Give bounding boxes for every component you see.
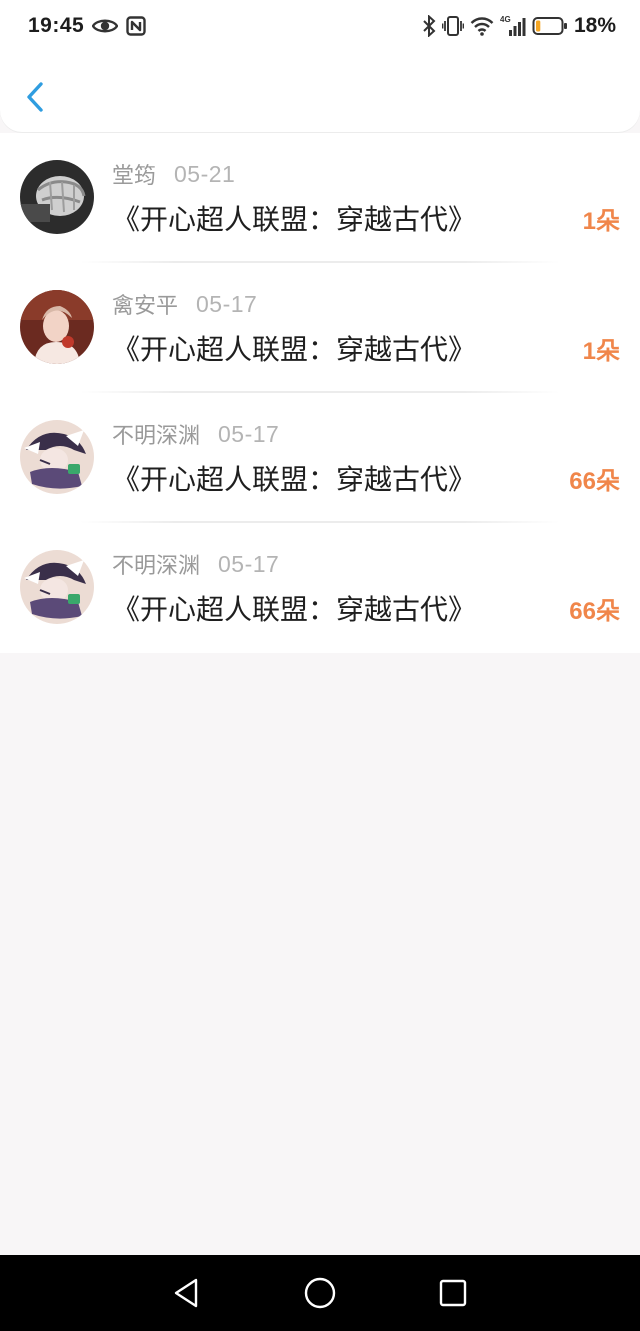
nav-home-button[interactable] [290,1263,350,1323]
network-type-label: 4G [500,15,511,24]
gift-date: 05-17 [218,420,280,447]
nav-recents-icon [440,1279,467,1307]
nav-back-icon [174,1278,197,1308]
anime-avatar[interactable] [20,550,94,624]
nav-back-button[interactable] [157,1263,217,1323]
work-title[interactable]: 《开心超人联盟：穿越古代》 [112,461,476,499]
gift-date: 05-21 [174,160,236,187]
list-item[interactable]: 不明深渊 05-17 《开心超人联盟：穿越古代》 66朵 [0,523,640,653]
bluetooth-icon [422,15,436,37]
user-name[interactable]: 禽安平 [112,288,178,320]
nfc-icon [126,16,146,36]
item-meta: 不明深渊 05-17 [112,548,280,580]
list-item[interactable]: 禽安平 05-17 《开心超人联盟：穿越古代》 1朵 [0,263,640,393]
top-app-bar [0,52,640,132]
user-name[interactable]: 不明深渊 [112,418,200,450]
item-meta: 堂筠 05-21 [112,158,236,190]
eye-icon [92,17,119,35]
user-name[interactable]: 不明深渊 [112,548,200,580]
portrait-avatar[interactable] [20,290,94,364]
battery-percent: 18% [573,14,616,37]
work-title[interactable]: 《开心超人联盟：穿越古代》 [112,331,476,369]
flower-count: 66朵 [569,598,620,625]
work-title[interactable]: 《开心超人联盟：穿越古代》 [112,201,476,239]
list-item[interactable]: 不明深渊 05-17 《开心超人联盟：穿越古代》 66朵 [0,393,640,523]
status-right: 4G 18% [422,14,616,38]
user-name[interactable]: 堂筠 [112,158,156,190]
work-title[interactable]: 《开心超人联盟：穿越古代》 [112,591,476,629]
status-time: 19:45 [28,14,85,37]
gift-date: 05-17 [218,550,280,577]
battery-icon [532,16,568,36]
item-meta: 禽安平 05-17 [112,288,258,320]
signal-4g-icon: 4G [500,15,526,37]
fist-avatar[interactable] [20,160,94,234]
gift-record-list: 堂筠 05-21 《开心超人联盟：穿越古代》 1朵 禽安平 05-17 《开心超… [0,133,640,653]
anime-avatar[interactable] [20,420,94,494]
wifi-icon [470,16,494,36]
flower-count: 66朵 [569,468,620,495]
nav-recents-button[interactable] [423,1263,483,1323]
back-button[interactable] [18,76,52,118]
list-item[interactable]: 堂筠 05-21 《开心超人联盟：穿越古代》 1朵 [0,133,640,263]
status-left: 19:45 [28,14,146,38]
vibrate-icon [441,15,464,37]
status-bar: 19:45 4G 18% [0,0,640,52]
nav-home-icon [304,1277,336,1309]
flower-count: 1朵 [582,338,620,365]
gift-date: 05-17 [196,290,258,317]
flower-count: 1朵 [582,208,620,235]
system-nav-bar [0,1255,640,1331]
chevron-left-icon [27,82,43,112]
item-meta: 不明深渊 05-17 [112,418,280,450]
